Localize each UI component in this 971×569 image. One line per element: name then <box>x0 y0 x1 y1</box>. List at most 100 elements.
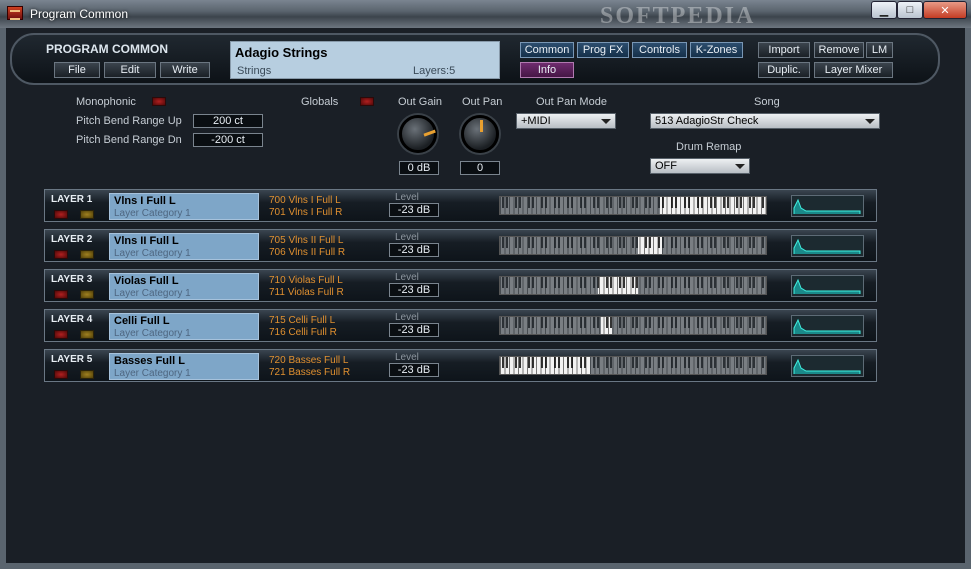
velocity-curve[interactable] <box>791 195 864 217</box>
velocity-curve[interactable] <box>791 235 864 257</box>
layer-level-value[interactable]: -23 dB <box>389 203 439 217</box>
layer-keymap-1[interactable]: 715 Celli Full L <box>269 315 335 326</box>
out-of-range-shade <box>662 237 766 254</box>
layer-mute-toggle[interactable] <box>54 290 68 299</box>
layer-category: Layer Category 1 <box>114 368 191 379</box>
out-pan-value[interactable]: 0 <box>460 161 500 175</box>
layer-keymap-2[interactable]: 701 Vlns I Full R <box>269 207 342 218</box>
layer-keymap-2[interactable]: 706 Vlns II Full R <box>269 247 345 258</box>
layer-keymap-2[interactable]: 716 Celli Full R <box>269 327 337 338</box>
file-button[interactable]: File <box>54 62 100 78</box>
layer-program-name: Basses Full L <box>114 355 185 367</box>
write-button[interactable]: Write <box>160 62 210 78</box>
edit-button[interactable]: Edit <box>104 62 156 78</box>
layer-program-box[interactable]: Celli Full L Layer Category 1 <box>109 313 259 340</box>
out-gain-value[interactable]: 0 dB <box>399 161 439 175</box>
layer-row[interactable]: LAYER 1 Vlns I Full L Layer Category 1 7… <box>44 189 877 222</box>
layer-solo-toggle[interactable] <box>80 250 94 259</box>
knob-indicator <box>480 120 483 132</box>
window-title: Program Common <box>30 7 129 21</box>
tab-k-zones[interactable]: K-Zones <box>690 42 743 58</box>
tab-controls[interactable]: Controls <box>632 42 687 58</box>
song-dropdown[interactable]: 513 AdagioStr Check <box>650 113 880 129</box>
program-name-box[interactable]: Adagio Strings Strings Layers:5 <box>230 41 500 79</box>
duplicate-button[interactable]: Duplic. <box>758 62 810 78</box>
tab-prog-fx[interactable]: Prog FX <box>577 42 629 58</box>
layer-mute-toggle[interactable] <box>54 210 68 219</box>
level-label: Level <box>395 312 419 323</box>
key-range-keyboard[interactable] <box>499 356 767 375</box>
chevron-down-icon <box>865 119 875 124</box>
velocity-curve[interactable] <box>791 355 864 377</box>
knob-indicator <box>423 129 436 137</box>
title-bar: Program Common SOFTPEDIA ▁ □ ✕ <box>0 0 971 29</box>
layer-label: LAYER 2 <box>51 234 93 245</box>
layer-keymap-1[interactable]: 705 Vlns II Full L <box>269 235 343 246</box>
maximize-button[interactable]: □ <box>897 1 923 19</box>
out-gain-label: Out Gain <box>398 96 443 108</box>
layer-solo-toggle[interactable] <box>80 290 94 299</box>
layer-level-value[interactable]: -23 dB <box>389 283 439 297</box>
drum-remap-dropdown[interactable]: OFF <box>650 158 750 174</box>
layer-keymap-1[interactable]: 720 Basses Full L <box>269 355 349 366</box>
pb-dn-value[interactable]: -200 ct <box>193 133 263 147</box>
minimize-button[interactable]: ▁ <box>871 1 897 19</box>
key-range-keyboard[interactable] <box>499 316 767 335</box>
layer-level-value[interactable]: -23 dB <box>389 363 439 377</box>
pb-up-value[interactable]: 200 ct <box>193 114 263 128</box>
close-button[interactable]: ✕ <box>923 1 967 19</box>
out-pan-mode-dropdown[interactable]: +MIDI <box>516 113 616 129</box>
monophonic-toggle[interactable] <box>152 97 166 106</box>
drum-remap-value: OFF <box>655 160 677 172</box>
out-of-range-shade <box>611 317 766 334</box>
pb-dn-label: Pitch Bend Range Dn <box>76 134 182 146</box>
layer-program-name: Violas Full L <box>114 275 179 287</box>
out-of-range-shade <box>638 277 766 294</box>
chevron-down-icon <box>601 119 611 124</box>
key-range-keyboard[interactable] <box>499 276 767 295</box>
layer-mute-toggle[interactable] <box>54 330 68 339</box>
remove-button[interactable]: Remove <box>814 42 864 58</box>
velocity-curve[interactable] <box>791 275 864 297</box>
tab-info[interactable]: Info <box>520 62 574 78</box>
layer-mute-toggle[interactable] <box>54 370 68 379</box>
import-button[interactable]: Import <box>758 42 810 58</box>
layer-mute-toggle[interactable] <box>54 250 68 259</box>
layer-keymap-1[interactable]: 700 Vlns I Full L <box>269 195 341 206</box>
layer-program-box[interactable]: Basses Full L Layer Category 1 <box>109 353 259 380</box>
song-value: 513 AdagioStr Check <box>655 115 759 127</box>
layer-program-box[interactable]: Vlns II Full L Layer Category 1 <box>109 233 259 260</box>
layer-solo-toggle[interactable] <box>80 370 94 379</box>
layer-solo-toggle[interactable] <box>80 210 94 219</box>
pb-up-label: Pitch Bend Range Up <box>76 115 182 127</box>
out-gain-knob[interactable] <box>399 115 437 153</box>
layer-program-box[interactable]: Violas Full L Layer Category 1 <box>109 273 259 300</box>
layer-row[interactable]: LAYER 4 Celli Full L Layer Category 1 71… <box>44 309 877 342</box>
out-pan-knob[interactable] <box>461 115 499 153</box>
layer-keymap-2[interactable]: 721 Basses Full R <box>269 367 350 378</box>
layer-level-value[interactable]: -23 dB <box>389 243 439 257</box>
key-range-keyboard[interactable] <box>499 236 767 255</box>
key-range-keyboard[interactable] <box>499 196 767 215</box>
layer-keymap-2[interactable]: 711 Violas Full R <box>269 287 344 298</box>
layer-row[interactable]: LAYER 3 Violas Full L Layer Category 1 7… <box>44 269 877 302</box>
out-pan-mode-value: +MIDI <box>521 115 551 127</box>
layer-level-value[interactable]: -23 dB <box>389 323 439 337</box>
layer-row[interactable]: LAYER 5 Basses Full L Layer Category 1 7… <box>44 349 877 382</box>
monophonic-label: Monophonic <box>76 96 136 108</box>
layer-row[interactable]: LAYER 2 Vlns II Full L Layer Category 1 … <box>44 229 877 262</box>
lm-button[interactable]: LM <box>866 42 893 58</box>
layer-mixer-button[interactable]: Layer Mixer <box>814 62 893 78</box>
layer-category: Layer Category 1 <box>114 328 191 339</box>
layer-label: LAYER 4 <box>51 314 93 325</box>
tab-common[interactable]: Common <box>520 42 574 58</box>
program-category: Strings <box>237 65 272 77</box>
layer-solo-toggle[interactable] <box>80 330 94 339</box>
layer-program-name: Vlns I Full L <box>114 195 176 207</box>
globals-toggle[interactable] <box>360 97 374 106</box>
layer-program-box[interactable]: Vlns I Full L Layer Category 1 <box>109 193 259 220</box>
layer-keymap-1[interactable]: 710 Violas Full L <box>269 275 343 286</box>
layer-category: Layer Category 1 <box>114 288 191 299</box>
velocity-curve[interactable] <box>791 315 864 337</box>
layer-label: LAYER 5 <box>51 354 93 365</box>
